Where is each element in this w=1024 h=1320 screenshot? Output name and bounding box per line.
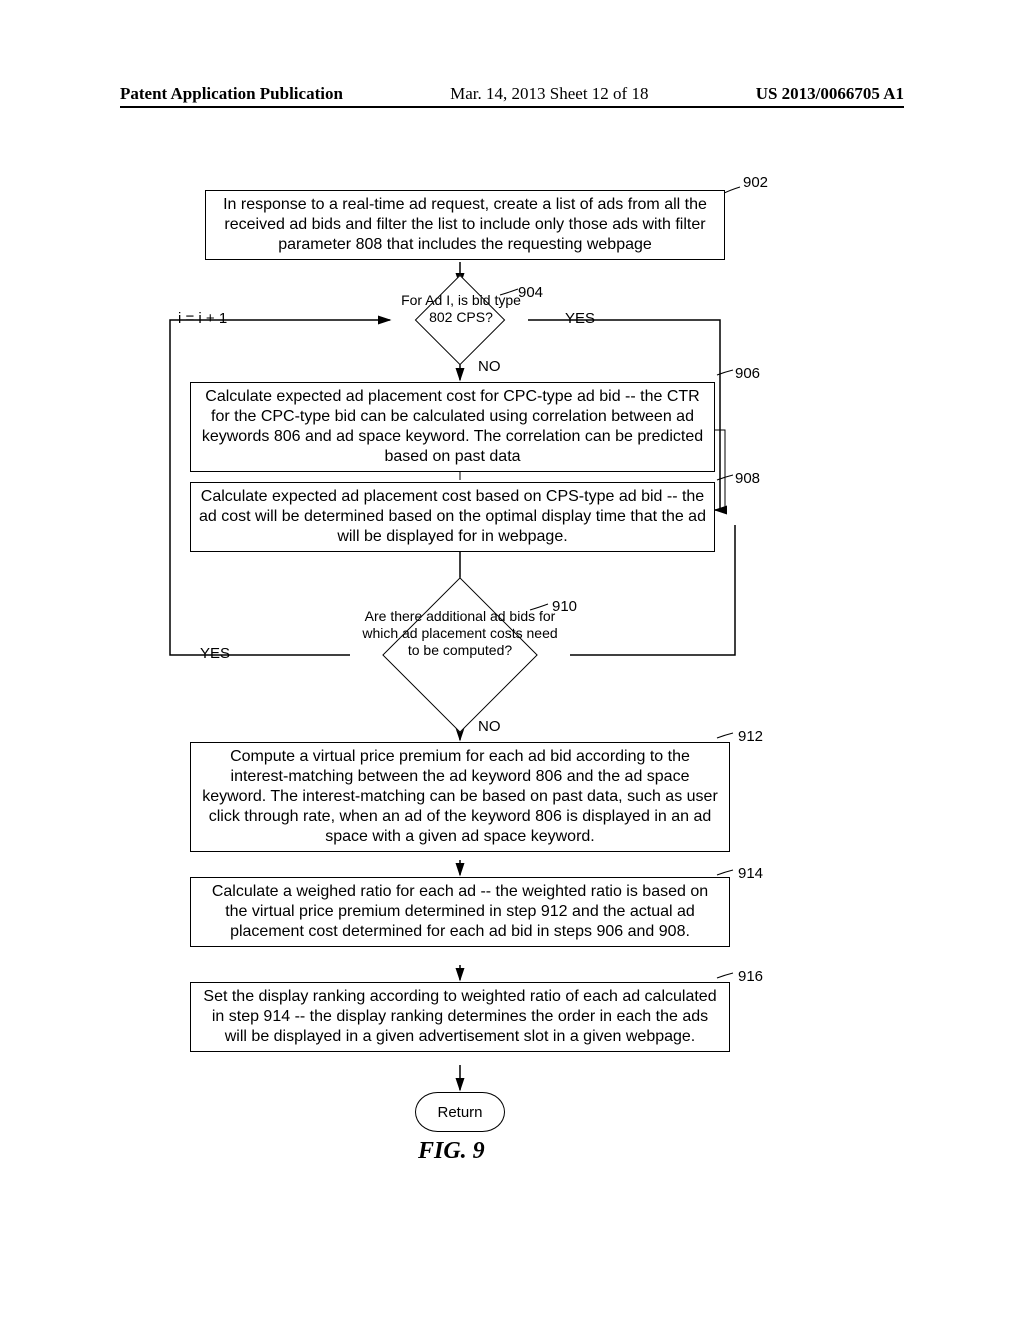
- step-916: Set the display ranking according to wei…: [190, 982, 730, 1052]
- page-header: Patent Application Publication Mar. 14, …: [120, 84, 904, 108]
- step-912-text: Compute a virtual price premium for each…: [202, 748, 718, 845]
- refnum-910: 910: [552, 598, 577, 615]
- header-left: Patent Application Publication: [120, 84, 343, 104]
- decision-910-text: Are there additional ad bids for which a…: [355, 608, 565, 658]
- label-increment: i = i + 1: [178, 310, 227, 327]
- step-914-text: Calculate a weighed ratio for each ad --…: [212, 883, 708, 940]
- label-yes-top: YES: [565, 310, 595, 327]
- figure-caption: FIG. 9: [418, 1138, 485, 1165]
- refnum-908: 908: [735, 470, 760, 487]
- refnum-912: 912: [738, 728, 763, 745]
- label-no-mid: NO: [478, 718, 501, 735]
- step-916-text: Set the display ranking according to wei…: [203, 988, 716, 1045]
- step-906-text: Calculate expected ad placement cost for…: [202, 388, 703, 465]
- step-912: Compute a virtual price premium for each…: [190, 742, 730, 852]
- step-914: Calculate a weighed ratio for each ad --…: [190, 877, 730, 947]
- step-908: Calculate expected ad placement cost bas…: [190, 482, 715, 552]
- connector-lines: [160, 180, 860, 1240]
- label-no-top: NO: [478, 358, 501, 375]
- refnum-906: 906: [735, 365, 760, 382]
- step-906: Calculate expected ad placement cost for…: [190, 382, 715, 472]
- label-yes-mid: YES: [200, 645, 230, 662]
- terminator-return: Return: [415, 1092, 505, 1132]
- step-902: In response to a real-time ad request, c…: [205, 190, 725, 260]
- step-902-text: In response to a real-time ad request, c…: [223, 196, 707, 253]
- header-right: US 2013/0066705 A1: [756, 84, 904, 104]
- step-908-text: Calculate expected ad placement cost bas…: [199, 488, 706, 545]
- refnum-914: 914: [738, 865, 763, 882]
- decision-904-text: For Ad I, is bid type 802 CPS?: [396, 292, 526, 326]
- refnum-902: 902: [743, 174, 768, 191]
- terminator-return-text: Return: [437, 1104, 482, 1121]
- refnum-904: 904: [518, 284, 543, 301]
- refnum-916: 916: [738, 968, 763, 985]
- header-center: Mar. 14, 2013 Sheet 12 of 18: [450, 84, 648, 104]
